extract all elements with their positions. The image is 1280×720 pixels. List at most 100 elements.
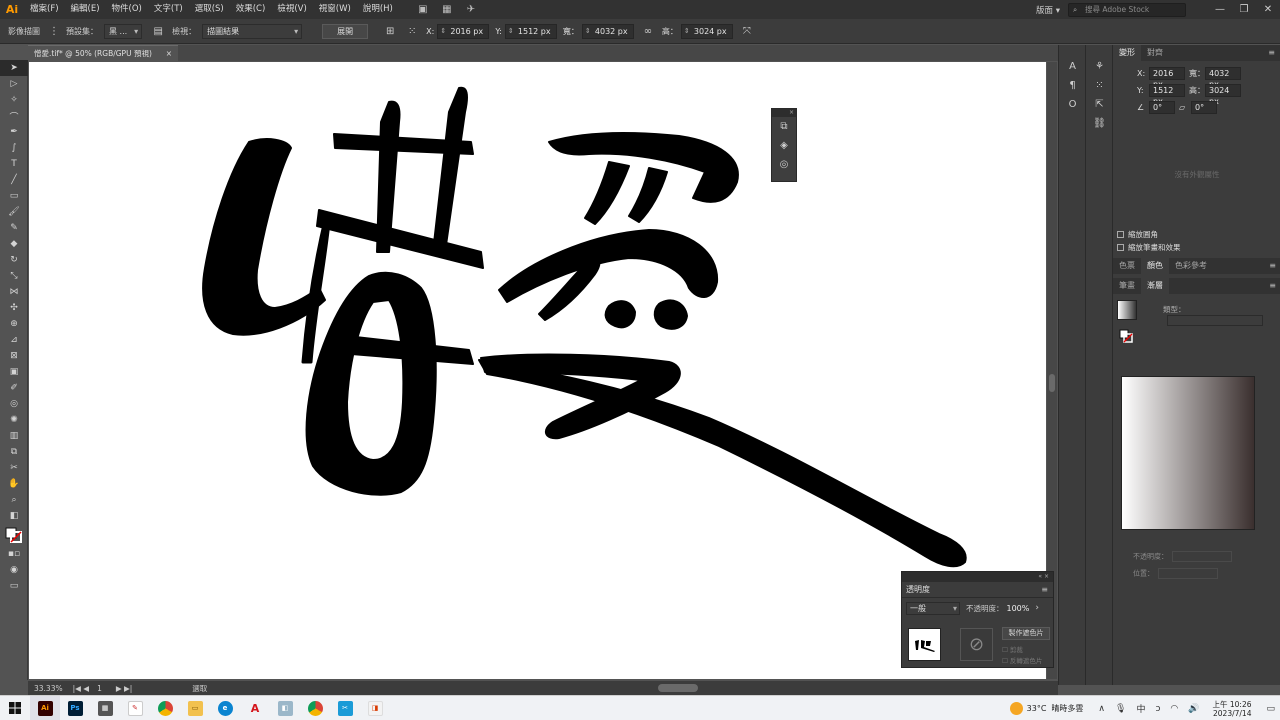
expand-button[interactable]: 展開 bbox=[322, 23, 369, 39]
scale-corners-checkbox[interactable]: 縮放圓角 bbox=[1117, 229, 1158, 240]
menu-help[interactable]: 說明(H) bbox=[357, 0, 399, 19]
transform-panel-icon[interactable]: ⁙ bbox=[1086, 76, 1113, 95]
menu-edit[interactable]: 編輯(E) bbox=[65, 0, 106, 19]
blend-tool-icon[interactable]: ◎ bbox=[0, 396, 28, 412]
bridge-icon[interactable]: ▣ bbox=[415, 3, 431, 17]
libraries-panel-icon[interactable]: ◎ bbox=[772, 155, 796, 174]
view-dropdown[interactable]: 描圖結果 bbox=[202, 23, 303, 39]
screen-mode-icon[interactable]: ▭ bbox=[0, 578, 28, 594]
transform-y-field[interactable]: 1512 px bbox=[1149, 84, 1185, 106]
perspective-grid-tool-icon[interactable]: ⊿ bbox=[0, 332, 28, 348]
image-trace-panel-icon[interactable]: ⋮ bbox=[46, 24, 62, 39]
properties-panel-icon[interactable]: ⚘ bbox=[1086, 57, 1113, 76]
vertical-scroll-thumb[interactable] bbox=[1049, 374, 1055, 392]
image-trace-options-icon[interactable]: ▤ bbox=[150, 24, 166, 39]
taskbar-app-icon[interactable]: ◧ bbox=[270, 696, 300, 720]
opacity-field[interactable]: 100% bbox=[1007, 604, 1030, 613]
volume-icon[interactable]: 🔊 bbox=[1188, 704, 1199, 714]
gradient-tool-icon[interactable]: ▣ bbox=[0, 364, 28, 380]
tray-overflow-icon[interactable]: ∧ bbox=[1098, 704, 1105, 714]
taskbar-acrobat-icon[interactable]: A bbox=[240, 696, 270, 720]
link-proportions-icon[interactable]: ∞ bbox=[640, 24, 656, 39]
panel-menu-icon[interactable]: ≡ bbox=[1268, 45, 1275, 61]
layers-panel-icon[interactable]: ◈ bbox=[772, 136, 796, 155]
microphone-icon[interactable]: 🎙 bbox=[1115, 704, 1126, 714]
tab-gradient[interactable]: 漸層 bbox=[1141, 278, 1169, 294]
default-fill-stroke-icon[interactable]: ◧ bbox=[0, 508, 28, 524]
taskbar-photoshop-icon[interactable]: Ps bbox=[60, 696, 90, 720]
maximize-button[interactable]: ❐ bbox=[1232, 0, 1256, 19]
collapse-panel-icon[interactable]: × bbox=[772, 109, 796, 117]
taskbar-snip-icon[interactable]: ✂ bbox=[330, 696, 360, 720]
artboard-tool-icon[interactable]: ⧉ bbox=[0, 444, 28, 460]
close-button[interactable]: ✕ bbox=[1256, 0, 1280, 19]
transform-w-field[interactable]: 4032 px bbox=[1205, 67, 1241, 89]
notifications-icon[interactable]: ▭ bbox=[1266, 704, 1275, 714]
ime-mode-icon[interactable]: ↄ bbox=[1155, 704, 1160, 714]
paintbrush-tool-icon[interactable]: 🖌 bbox=[0, 204, 28, 220]
menu-view[interactable]: 檢視(V) bbox=[271, 0, 312, 19]
links-panel-icon[interactable]: ⛓ bbox=[1086, 114, 1113, 133]
menu-window[interactable]: 視窗(W) bbox=[313, 0, 357, 19]
hand-tool-icon[interactable]: ✋ bbox=[0, 476, 28, 492]
system-clock[interactable]: 上午 10:26 2023/7/14 bbox=[1212, 700, 1251, 718]
tab-color-guide[interactable]: 色彩參考 bbox=[1169, 258, 1213, 274]
y-field[interactable]: 1512 px bbox=[504, 23, 557, 39]
lasso-tool-icon[interactable]: ⌒ bbox=[0, 108, 28, 124]
artboard-number[interactable]: 1 bbox=[97, 684, 102, 693]
eyedropper-tool-icon[interactable]: ✐ bbox=[0, 380, 28, 396]
drawing-modes-icon[interactable]: ◉ bbox=[0, 562, 28, 578]
taskbar-office-icon[interactable]: ◨ bbox=[360, 696, 390, 720]
gradient-type-dropdown[interactable] bbox=[1167, 315, 1263, 326]
close-tab-icon[interactable]: × bbox=[166, 46, 172, 61]
x-field[interactable]: 2016 px bbox=[437, 23, 490, 39]
rotate-angle-field[interactable]: 0° bbox=[1149, 101, 1175, 114]
rotate-tool-icon[interactable]: ↻ bbox=[0, 252, 28, 268]
arrange-documents-icon[interactable]: ▦ bbox=[439, 3, 455, 17]
opacity-slider-arrow-icon[interactable]: › bbox=[1035, 603, 1039, 613]
scale-strokes-checkbox[interactable]: 縮放筆畫和效果 bbox=[1117, 242, 1181, 253]
workspace-switcher[interactable]: 版面 ▾ bbox=[1028, 4, 1068, 16]
gpu-performance-icon[interactable]: ✈ bbox=[463, 3, 479, 17]
selection-tool-icon[interactable]: ➤ bbox=[0, 60, 28, 76]
reference-point-icon[interactable]: ⁙ bbox=[404, 24, 420, 39]
fill-stroke-icon[interactable] bbox=[1119, 329, 1133, 343]
magic-wand-tool-icon[interactable]: ✧ bbox=[0, 92, 28, 108]
taskbar-edge-icon[interactable]: e bbox=[210, 696, 240, 720]
menu-select[interactable]: 選取(S) bbox=[189, 0, 230, 19]
shape-builder-tool-icon[interactable]: ⊕ bbox=[0, 316, 28, 332]
transform-x-field[interactable]: 2016 px bbox=[1149, 67, 1185, 89]
shaper-tool-icon[interactable]: ✎ bbox=[0, 220, 28, 236]
menu-object[interactable]: 物件(O) bbox=[106, 0, 148, 19]
height-field[interactable]: 3024 px bbox=[680, 23, 733, 39]
color-modes-icon[interactable]: ▪▫ bbox=[0, 546, 28, 562]
clip-checkbox[interactable]: ☐ 剪裁 bbox=[1002, 644, 1023, 654]
document-tab[interactable]: 憎愛.tif* @ 50% (RGB/GPU 預視) × bbox=[28, 45, 178, 61]
panel-close-icon[interactable]: « × bbox=[902, 572, 1053, 582]
direct-selection-tool-icon[interactable]: ▷ bbox=[0, 76, 28, 92]
taskbar-chrome-icon[interactable] bbox=[150, 696, 180, 720]
taskbar-paint-icon[interactable]: ✎ bbox=[120, 696, 150, 720]
taskbar-illustrator-icon[interactable]: Ai bbox=[30, 695, 60, 720]
width-field[interactable]: 4032 px bbox=[581, 23, 634, 39]
pen-tool-icon[interactable]: ✒ bbox=[0, 124, 28, 140]
character-panel-icon[interactable]: A bbox=[1059, 57, 1086, 76]
taskbar-chrome-profile-icon[interactable] bbox=[300, 696, 330, 720]
slice-tool-icon[interactable]: ✂ bbox=[0, 460, 28, 476]
minimize-button[interactable]: — bbox=[1208, 0, 1232, 19]
line-tool-icon[interactable]: ╱ bbox=[0, 172, 28, 188]
transform-options-icon[interactable]: ⤧ bbox=[739, 24, 755, 39]
rectangle-tool-icon[interactable]: ▭ bbox=[0, 188, 28, 204]
tab-transform[interactable]: 變形 bbox=[1113, 45, 1141, 61]
panel-menu-icon[interactable]: ≡ bbox=[1269, 258, 1276, 274]
curvature-tool-icon[interactable]: ∫ bbox=[0, 140, 28, 156]
fill-stroke-swatch-icon[interactable] bbox=[0, 524, 28, 546]
shear-angle-field[interactable]: 0° bbox=[1191, 101, 1217, 114]
tab-swatches[interactable]: 色票 bbox=[1113, 258, 1141, 274]
windows-start-icon[interactable] bbox=[0, 696, 30, 720]
symbol-sprayer-tool-icon[interactable]: ✺ bbox=[0, 412, 28, 428]
artboard-nav-next-icon[interactable]: ▶ ▶| bbox=[116, 684, 132, 693]
preset-dropdown[interactable]: 黑 ... bbox=[104, 23, 143, 39]
weather-widget[interactable]: 33°C 晴時多雲 bbox=[1009, 702, 1083, 715]
invert-mask-checkbox[interactable]: ☐ 反轉遮色片 bbox=[1002, 655, 1042, 665]
